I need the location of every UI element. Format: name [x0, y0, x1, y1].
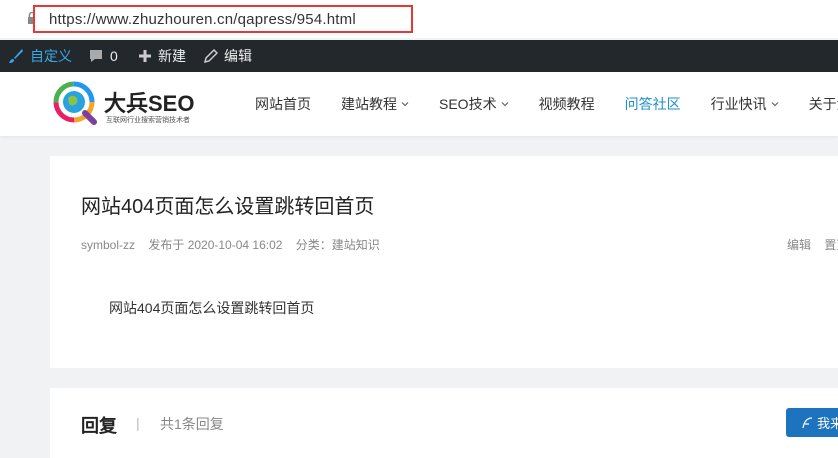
replies-card: 回复 | 共1条回复 我来 — [50, 388, 838, 458]
chevron-down-icon — [401, 102, 409, 107]
post-category[interactable]: 分类：建站知识 — [296, 238, 380, 252]
nav-label: 建站教程 — [341, 96, 397, 112]
new-label: 新建 — [158, 48, 186, 64]
feather-icon — [802, 416, 813, 428]
replies-count: 共1条回复 — [160, 416, 224, 432]
post-title: 网站404页面怎么设置跳转回首页 — [81, 196, 375, 218]
nav-about[interactable]: 关于大 — [809, 94, 838, 114]
site-tagline: 互联网行业搜索营销技术者 — [106, 117, 190, 124]
edit-link[interactable]: 编辑 — [787, 238, 811, 252]
post-date: 发布于 2020-10-04 16:02 — [148, 238, 283, 252]
nav-seo[interactable]: SEO技术 — [439, 94, 509, 114]
nav-label: 问答社区 — [624, 96, 681, 112]
customize-label: 自定义 — [30, 48, 72, 64]
nav-tutorials[interactable]: 建站教程 — [341, 94, 409, 114]
comment-icon — [90, 50, 102, 62]
post-card: 网站404页面怎么设置跳转回首页 symbol-zz 发布于 2020-10-0… — [50, 156, 838, 368]
brush-icon — [9, 49, 23, 63]
site-header: 大兵SEO 互联网行业搜索营销技术者 网站首页 建站教程 SEO技术 视频教程 … — [0, 72, 838, 136]
nav-home[interactable]: 网站首页 — [255, 94, 311, 114]
nav-qa[interactable]: 问答社区 — [625, 94, 681, 114]
nav-news[interactable]: 行业快讯 — [711, 94, 779, 114]
site-brand[interactable]: 大兵SEO — [104, 86, 194, 118]
address-bar: https://www.zhuzhouren.cn/qapress/954.ht… — [0, 0, 838, 38]
post-author[interactable]: symbol-zz — [81, 238, 135, 252]
nav-label: 网站首页 — [255, 96, 311, 112]
nav-label: 行业快讯 — [710, 96, 767, 112]
divider: | — [136, 415, 140, 431]
main-nav: 网站首页 建站教程 SEO技术 视频教程 问答社区 行业快讯 关于大 — [255, 72, 838, 136]
comments-count: 0 — [110, 48, 118, 64]
logo-icon[interactable] — [52, 80, 100, 128]
url-field[interactable]: https://www.zhuzhouren.cn/qapress/954.ht… — [33, 5, 413, 33]
nav-video[interactable]: 视频教程 — [539, 94, 595, 114]
nav-label: 关于大 — [808, 96, 838, 112]
new-button[interactable]: 新建 — [138, 40, 186, 72]
nav-label: SEO技术 — [439, 96, 497, 112]
chevron-down-icon — [771, 102, 779, 107]
comments-button[interactable]: 0 — [88, 40, 118, 72]
chevron-down-icon — [501, 102, 509, 107]
post-actions: 编辑 置顶 — [787, 236, 838, 253]
admin-bar: 自定义 0 新建 编辑 — [0, 40, 838, 72]
reply-button[interactable]: 我来 — [786, 408, 838, 437]
replies-title: 回复 — [81, 416, 117, 436]
nav-label: 视频教程 — [538, 96, 595, 112]
plus-icon — [139, 50, 151, 62]
edit-button[interactable]: 编辑 — [204, 40, 252, 72]
reply-button-label: 我来 — [817, 416, 838, 431]
edit-label: 编辑 — [224, 48, 252, 64]
pencil-icon — [204, 49, 218, 63]
url-text: https://www.zhuzhouren.cn/qapress/954.ht… — [49, 11, 356, 28]
pin-link[interactable]: 置顶 — [824, 238, 838, 252]
post-content: 网站404页面怎么设置跳转回首页 — [109, 300, 315, 316]
customize-button[interactable]: 自定义 — [8, 40, 72, 72]
post-meta: symbol-zz 发布于 2020-10-04 16:02 分类：建站知识 — [81, 236, 390, 253]
